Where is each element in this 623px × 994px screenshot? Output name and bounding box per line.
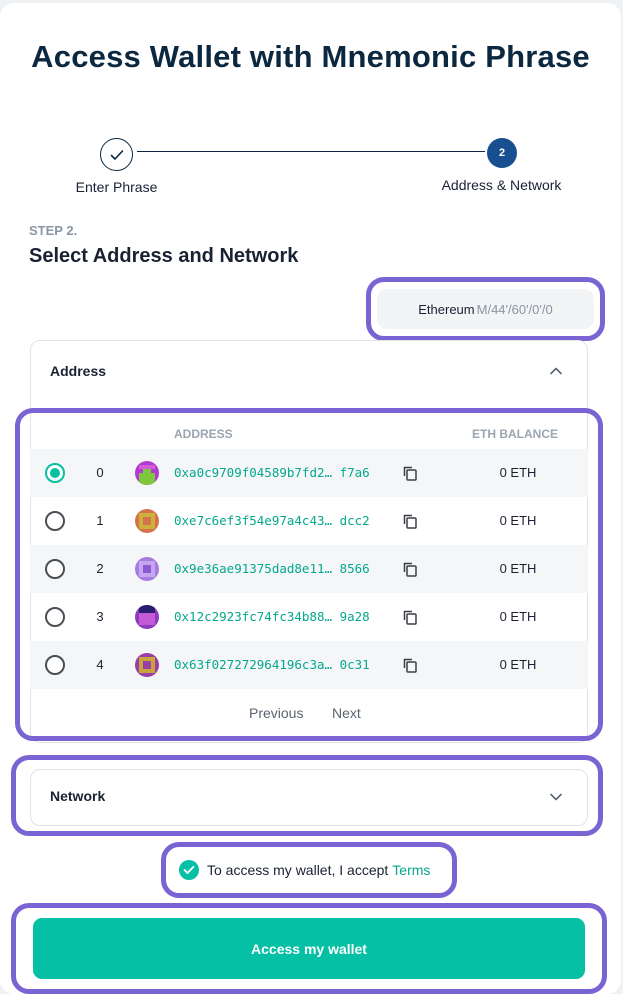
chevron-up-icon[interactable] xyxy=(548,363,564,379)
step-heading: Select Address and Network xyxy=(29,245,299,267)
step-2-label: Address & Network xyxy=(441,177,562,193)
derivation-path-chip[interactable]: Ethereum M/44'/60'/0'/0 xyxy=(377,289,594,329)
highlight-network-panel xyxy=(11,755,603,836)
step-1-label: Enter Phrase xyxy=(75,179,158,195)
step-2-indicator: 2 xyxy=(487,138,517,168)
wallet-access-card: Access Wallet with Mnemonic Phrase 2 Ent… xyxy=(0,3,621,994)
page-title: Access Wallet with Mnemonic Phrase xyxy=(31,39,590,74)
address-panel-header[interactable]: Address xyxy=(50,363,106,379)
derivation-path: M/44'/60'/0'/0 xyxy=(476,301,553,317)
highlight-address-table xyxy=(15,408,603,741)
step-kicker: STEP 2. xyxy=(29,223,78,238)
highlight-terms xyxy=(161,842,457,898)
checkmark-icon xyxy=(110,149,123,160)
stepper-connector xyxy=(137,151,485,152)
network-name: Ethereum xyxy=(418,301,475,317)
step-1-done-indicator xyxy=(100,138,133,171)
highlight-access-button xyxy=(11,903,607,994)
